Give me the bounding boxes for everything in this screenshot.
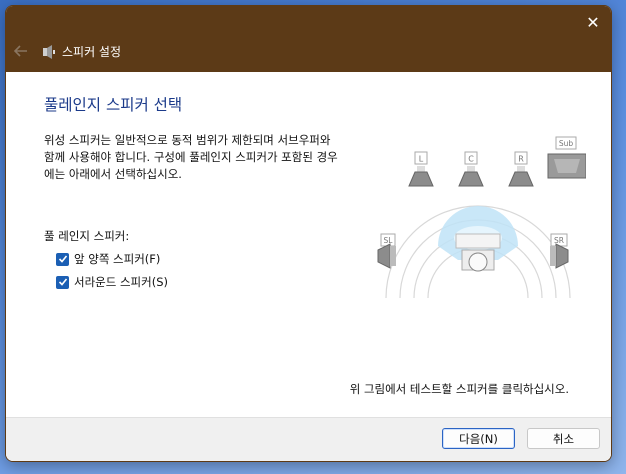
- speaker-setup-dialog: ✕ 스피커 설정 풀레인지 스피커 선택 위성 스피커는 일반적으로 동적 범위…: [5, 5, 612, 462]
- listener-icon: [455, 233, 501, 272]
- cancel-button[interactable]: 취소: [527, 428, 600, 449]
- back-button[interactable]: [12, 42, 30, 60]
- next-button[interactable]: 다음(N): [442, 428, 515, 449]
- description-text: 위성 스피커는 일반적으로 동적 범위가 제한되며 서브우퍼와 함께 사용해야 …: [44, 133, 338, 181]
- speaker-center: C: [458, 151, 484, 187]
- dialog-footer: 다음(N) 취소: [6, 417, 611, 461]
- speaker-center-label: C: [468, 155, 474, 164]
- close-icon: ✕: [586, 12, 600, 32]
- full-range-group-label: 풀 레인지 스피커:: [44, 229, 130, 243]
- speaker-surround-left: SL: [377, 233, 396, 269]
- speaker-icon: [42, 44, 56, 59]
- speaker-layout-diagram: L C R Sub SL SR: [377, 136, 586, 299]
- speaker-left: L: [408, 151, 434, 187]
- window-title: 스피커 설정: [62, 45, 122, 59]
- title-bar: ✕ 스피커 설정: [6, 6, 611, 72]
- speaker-right: R: [508, 151, 534, 187]
- close-button[interactable]: ✕: [579, 10, 607, 34]
- checkbox-front-speakers[interactable]: 앞 양쪽 스피커(F): [56, 251, 160, 267]
- speaker-right-label: R: [518, 155, 524, 164]
- checkbox-surround-label: 서라운드 스피커(S): [74, 275, 168, 289]
- page-heading: 풀레인지 스피커 선택: [44, 96, 183, 114]
- speaker-subwoofer: Sub: [547, 136, 586, 179]
- checkbox-checked-icon[interactable]: [56, 252, 69, 266]
- back-arrow-icon: [13, 45, 27, 57]
- checkbox-surround-speakers[interactable]: 서라운드 스피커(S): [56, 274, 168, 290]
- checkbox-checked-icon[interactable]: [56, 275, 69, 289]
- speaker-left-label: L: [419, 155, 424, 164]
- hint-text: 위 그림에서 테스트할 스피커를 클릭하십시오.: [349, 382, 569, 396]
- checkbox-front-label: 앞 양쪽 스피커(F): [74, 252, 161, 266]
- speaker-surround-right: SR: [550, 233, 569, 269]
- speaker-sl-label: SL: [384, 236, 394, 245]
- speaker-sub-label: Sub: [559, 139, 574, 148]
